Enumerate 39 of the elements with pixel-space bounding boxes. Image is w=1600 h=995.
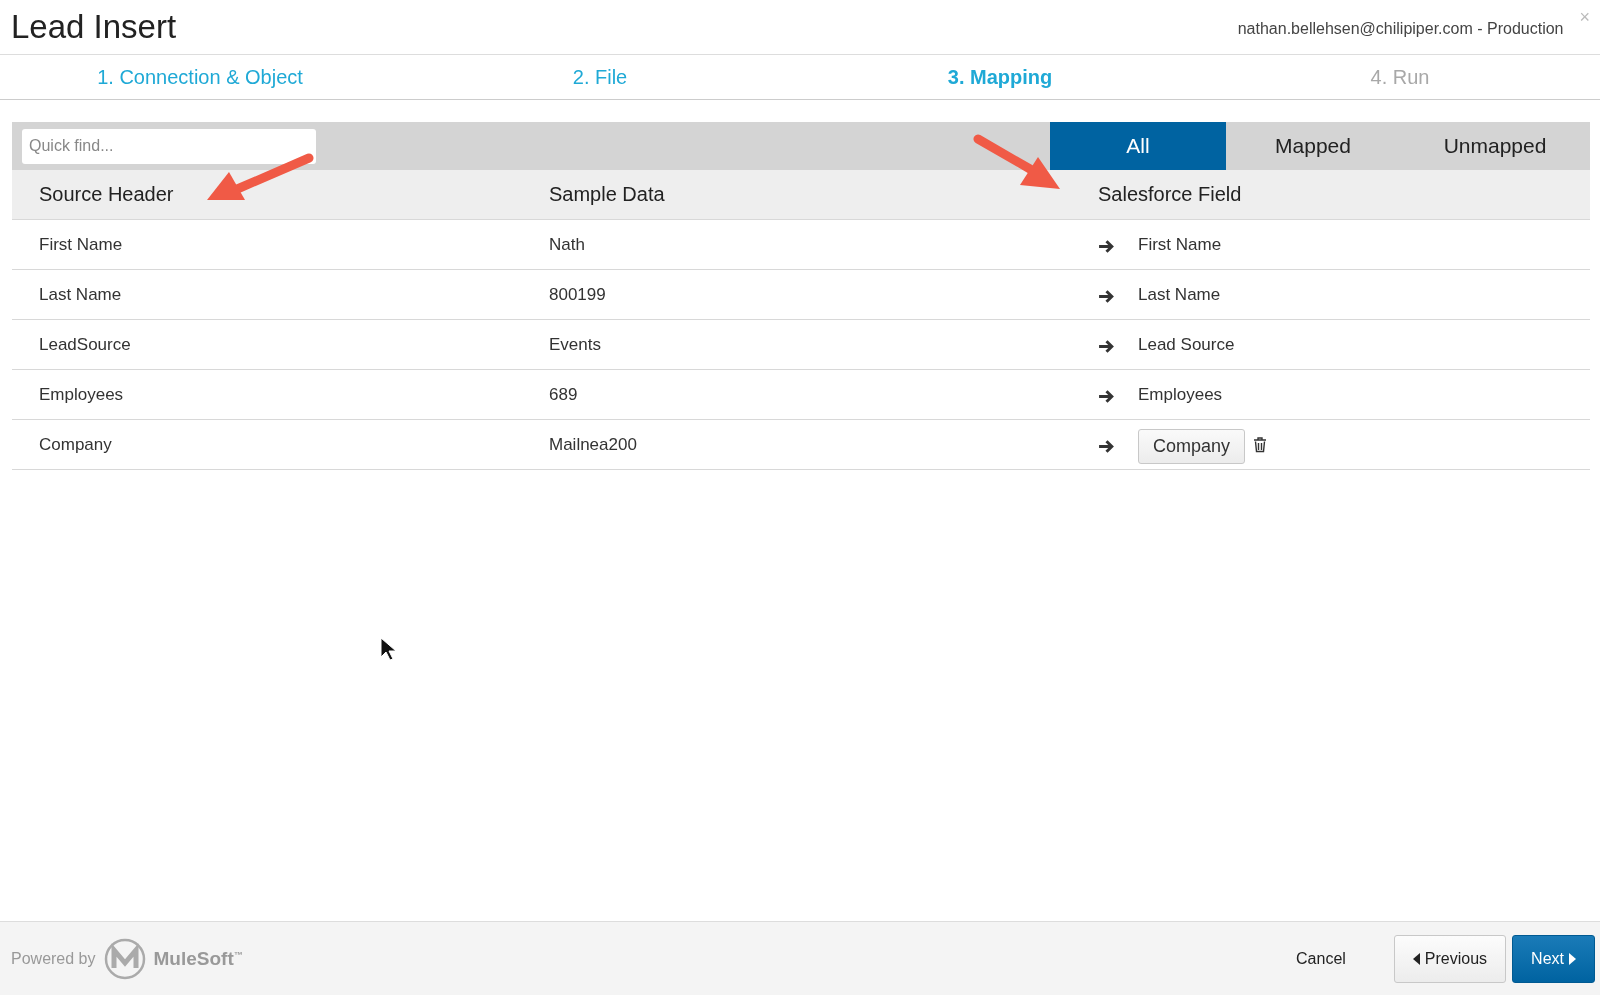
table-cell: Mailnea200 (549, 434, 637, 455)
table-cell: 800199 (549, 284, 606, 305)
column-header: Source Header (38, 183, 174, 206)
table-cell: Employees (1138, 384, 1223, 405)
table-cell: Last Name (1138, 284, 1221, 305)
previous-button[interactable]: Previous (1393, 934, 1507, 983)
trash-icon[interactable] (1253, 436, 1268, 453)
table-cell: Events (549, 334, 601, 355)
table-cell: First Name (39, 234, 123, 255)
powered-by-label: Powered by (11, 949, 96, 968)
table-cell: Employees (39, 384, 124, 405)
arrow-right-icon (1098, 338, 1115, 355)
logo-text: MuleSoft$^{™}$ (153, 947, 243, 970)
arrow-right-icon (1098, 388, 1115, 405)
cancel-link[interactable]: Cancel (1254, 934, 1388, 983)
arrow-right-icon (1098, 438, 1115, 455)
field-button[interactable]: Company (1138, 429, 1246, 464)
next-button[interactable]: Next (1512, 934, 1595, 983)
search-field[interactable]: Quick find... (22, 128, 316, 164)
table-cell: Nath (549, 234, 585, 255)
caret-left-icon (1412, 952, 1421, 965)
caret-right-icon (1568, 952, 1576, 965)
arrow-right-icon (1098, 238, 1115, 255)
table-cell: First Name (1138, 234, 1222, 255)
table-cell: LeadSource (39, 334, 131, 355)
table-cell: Last Name (39, 284, 122, 305)
column-header: Sample Data (548, 183, 665, 206)
table-cell: Lead Source (1138, 334, 1235, 355)
table-cell: Company (39, 434, 112, 455)
mouse-cursor-icon (380, 637, 396, 661)
account-label: nathan.bellehsen@chilipiper.com - Production (1237, 20, 1564, 38)
filter-tab[interactable]: All (1050, 122, 1226, 170)
table-cell: 689 (549, 384, 578, 405)
filter-tab[interactable]: Unmapped (1400, 122, 1590, 170)
filter-tab[interactable]: Mapped (1226, 122, 1400, 170)
logo-icon (103, 937, 146, 980)
window-title: Lead Insert (11, 8, 177, 46)
arrow-right-icon (1098, 288, 1115, 305)
column-header: Salesforce Field (1097, 183, 1242, 206)
